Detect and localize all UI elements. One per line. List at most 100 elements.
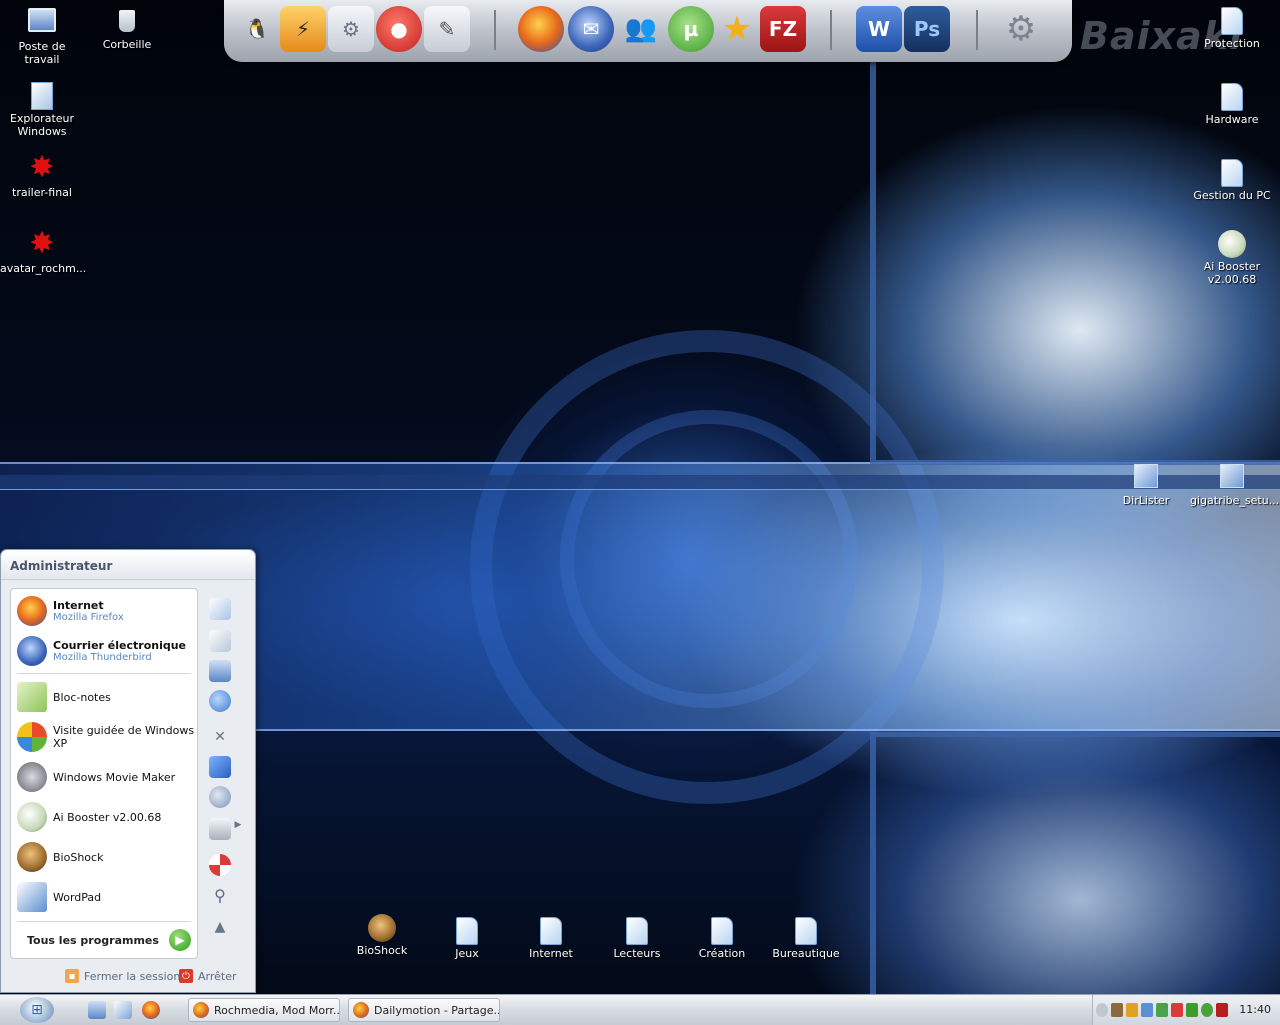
dock-item-2[interactable]: ⚙ [328, 6, 374, 52]
desktop-icon-internet[interactable]: Internet [509, 914, 593, 960]
run-icon[interactable]: ▲ [209, 916, 231, 938]
start-menu-item-mail[interactable]: Courrier électronique Mozilla Thunderbir… [17, 633, 197, 669]
desktop-icon-creation[interactable]: Création [680, 914, 764, 960]
computer-icon[interactable] [209, 660, 231, 682]
tray-app-icon[interactable] [1141, 1003, 1153, 1017]
start-menu-item-title: WordPad [53, 890, 102, 904]
start-menu: Administrateur Internet Mozilla Firefox … [0, 549, 256, 993]
bioshock-icon [17, 842, 47, 872]
wallpaper-frame [870, 732, 1280, 999]
dock-item-3[interactable]: ● [376, 6, 422, 52]
printer-icon[interactable] [209, 818, 231, 840]
dock-item-12[interactable]: Ps [904, 6, 950, 52]
all-programs-button[interactable]: Tous les programmes ▶ [27, 929, 191, 951]
tray-app-icon[interactable] [1216, 1003, 1228, 1017]
search-icon[interactable]: ⚲ [209, 884, 231, 906]
document-icon [540, 917, 562, 945]
tools-icon[interactable]: ✕ [209, 726, 231, 748]
windows-tour-icon [17, 722, 47, 752]
utorrent-icon[interactable] [1201, 1003, 1213, 1017]
windows-logo-icon: ⊞ [20, 997, 54, 1023]
clock[interactable]: 11:40 [1239, 1003, 1271, 1016]
desktop-icon-label: Hardware [1205, 113, 1259, 126]
msn-messenger-icon: 👥 [624, 14, 658, 44]
start-menu-item-xp-tour[interactable]: Visite guidée de Windows XP [17, 719, 197, 755]
help-icon[interactable] [209, 854, 231, 876]
dock-item-0[interactable]: 🐧 [234, 6, 280, 52]
desktop-icon-label: trailer-final [12, 186, 72, 199]
start-menu-item-ai-booster[interactable]: Ai Booster v2.00.68 [17, 799, 197, 835]
desktop-icon-recycle-bin[interactable]: Corbeille [85, 4, 169, 51]
dock-item-7[interactable]: 👥 [618, 6, 664, 52]
taskbar-task[interactable]: Dailymotion - Partage... [348, 998, 500, 1022]
start-menu-separator [17, 673, 191, 674]
ai-booster-icon [1218, 230, 1246, 258]
start-menu-item-internet[interactable]: Internet Mozilla Firefox [17, 593, 197, 629]
dock-item-6[interactable]: ✉ [568, 6, 614, 52]
documents-icon[interactable] [209, 598, 231, 620]
desktop-icon-hardware[interactable]: Hardware [1190, 80, 1274, 126]
network-icon[interactable] [209, 690, 231, 712]
dock-item-5[interactable] [518, 6, 564, 52]
start-menu-item-title: Internet [53, 599, 104, 612]
tray-app-icon[interactable] [1126, 1003, 1138, 1017]
desktop-icon-protection[interactable]: Protection [1190, 4, 1274, 50]
tray-app-icon[interactable] [1111, 1003, 1123, 1017]
desktop-icon-gigatribe[interactable]: gigatribe_setu... [1190, 458, 1279, 507]
taskbar-task-label: Dailymotion - Partage... [374, 1003, 499, 1017]
explorer-icon[interactable] [114, 1001, 132, 1019]
desktop-icon-label: Protection [1204, 37, 1260, 50]
wordpad-icon [17, 882, 47, 912]
firefox-icon [353, 1002, 369, 1018]
desktop-icon-explorer[interactable]: Explorateur Windows [0, 80, 84, 138]
dock-item-11[interactable]: W [856, 6, 902, 52]
dock-item-9[interactable]: ★ [714, 6, 760, 52]
start-menu-item-bioshock[interactable]: BioShock [17, 839, 197, 875]
start-menu-item-wordpad[interactable]: WordPad [17, 879, 197, 915]
document-icon [711, 917, 733, 945]
start-menu-item-movie-maker[interactable]: Windows Movie Maker [17, 759, 197, 795]
desktop-icon-bureautique[interactable]: Bureautique [764, 914, 848, 960]
key-icon: ▪ [65, 969, 79, 983]
desktop-icon-bioshock[interactable]: BioShock [340, 914, 424, 957]
connect-icon[interactable] [209, 786, 231, 808]
logoff-button[interactable]: ▪ Fermer la session [65, 969, 180, 983]
dock-item-8[interactable]: µ [668, 6, 714, 52]
desktop-icon-label: Gestion du PC [1193, 189, 1271, 202]
dock-item-10[interactable]: FZ [760, 6, 806, 52]
desktop-icon-jeux[interactable]: Jeux [425, 914, 509, 960]
desktop-icon-dirlister[interactable]: DirLister [1104, 458, 1188, 507]
desktop-icon-ai-booster[interactable]: Ai Booster v2.00.68 [1190, 230, 1274, 286]
dock-item-1[interactable]: ⚡ [280, 6, 326, 52]
dock-item-13[interactable]: ⚙ [998, 6, 1044, 52]
show-desktop-icon[interactable] [88, 1001, 106, 1019]
desktop-icon-lecteurs[interactable]: Lecteurs [595, 914, 679, 960]
desktop-icon-label: avatar_rochm... [0, 262, 87, 275]
arrow-right-icon: ▶ [168, 929, 191, 951]
taskbar-task[interactable]: Rochmedia, Mod Morr... [188, 998, 340, 1022]
desktop-icon-my-computer[interactable]: Poste de travail [0, 4, 84, 66]
start-menu-item-notepad[interactable]: Bloc-notes [17, 679, 197, 715]
desktop-icon-label: Création [698, 947, 746, 960]
desktop-icon-trailer-final[interactable]: ✸ trailer-final [0, 152, 84, 200]
wifi-icon[interactable] [1186, 1003, 1198, 1017]
start-menu-user: Administrateur [1, 550, 255, 580]
desktop-icon-avatar[interactable]: ✸ avatar_rochm... [0, 228, 87, 276]
tray-expand-icon[interactable] [1096, 1003, 1108, 1017]
system-tray: 11:40 [1092, 995, 1280, 1025]
tray-app-icon[interactable] [1171, 1003, 1183, 1017]
thunderbird-icon: ✉ [582, 17, 600, 41]
firefox-icon[interactable] [142, 1001, 160, 1019]
desktop-icon-gestion-pc[interactable]: Gestion du PC [1190, 156, 1274, 202]
shutdown-button[interactable]: ⏻ Arrêter [179, 969, 237, 983]
explorer-icon [31, 82, 53, 110]
msn-messenger-icon[interactable] [1156, 1003, 1168, 1017]
start-button[interactable]: ⊞ [0, 995, 74, 1025]
control-panel-icon[interactable] [209, 756, 231, 778]
all-programs-label: Tous les programmes [27, 933, 159, 947]
pictures-icon[interactable] [209, 630, 231, 652]
top-dock: 🐧 ⚡ ⚙ ● ✎ ✉ 👥 µ ★ FZ W Ps ⚙ [224, 0, 1072, 62]
recycle-bin-icon [119, 10, 135, 32]
word-icon: W [867, 17, 891, 41]
dock-item-4[interactable]: ✎ [424, 6, 470, 52]
